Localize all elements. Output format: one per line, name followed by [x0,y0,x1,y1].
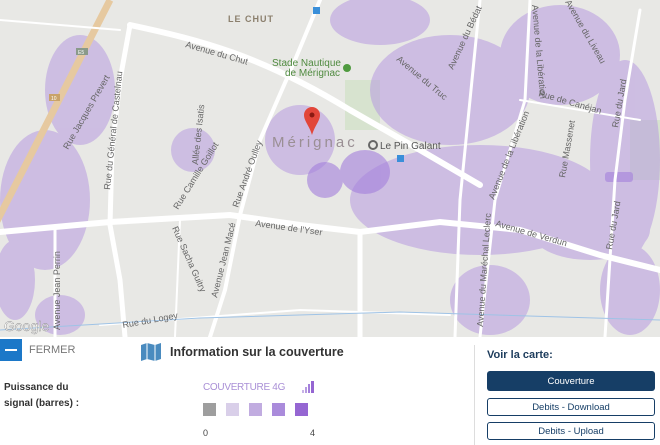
divider [474,345,475,445]
legend-swatch-0 [203,403,216,416]
transit-icon[interactable] [313,7,320,14]
poi-label: Le Pin Galant [380,141,441,152]
transit-icon[interactable] [397,155,404,162]
legend-max: 4 [310,428,316,438]
street-label: Rue Sacha Guitry [170,225,208,294]
close-label: FERMER [29,344,76,356]
street-label: Avenue Jean Perrin [52,251,62,330]
see-map-label: Voir la carte: [487,349,553,361]
close-panel-button[interactable]: FERMER [0,339,80,361]
legend-swatch-1 [226,403,239,416]
legend-swatch-2 [249,403,262,416]
poi-label: de Mérignac [285,68,340,79]
legend-swatch-4 [295,403,308,416]
river [0,311,660,331]
download-speed-button[interactable]: Debits - Download [487,398,655,416]
street-label: Rue du Logey [122,310,179,330]
panel-heading: Information sur la couverture [140,343,344,361]
map-icon [141,343,161,361]
legend-min: 0 [203,428,209,438]
signal-strength-label: Puissance du signal (barres) : [4,380,79,412]
minus-icon [0,339,22,361]
park-icon[interactable] [343,64,351,72]
shield-label: E5 [78,50,84,56]
coverage-map[interactable]: E5 10 LE CHUT Avenue du Chut Stade Nauti… [0,0,660,337]
legend-swatch-3 [272,403,285,416]
google-logo: Google [4,318,49,334]
map-canvas[interactable]: E5 10 LE CHUT Avenue du Chut Stade Nauti… [0,0,660,337]
city-label: Mérignac [272,134,358,151]
street-label: Avenue Jean Macé [209,221,237,298]
signal-bars-icon [302,381,314,393]
shield-label: 10 [51,96,57,102]
street-label: Rue André Oulley [230,139,264,209]
coverage-4g-label: COUVERTURE 4G [203,382,286,393]
panel-title: Information sur la couverture [170,345,344,359]
signal-legend [203,403,308,416]
signal-label-line: signal (barres) : [4,398,80,409]
signal-label-line: Puissance du [4,382,69,393]
venue-icon[interactable] [368,140,378,150]
upload-speed-button[interactable]: Debits - Upload [487,422,655,440]
coverage-button[interactable]: Couverture [487,371,655,391]
area-label: LE CHUT [228,14,274,24]
